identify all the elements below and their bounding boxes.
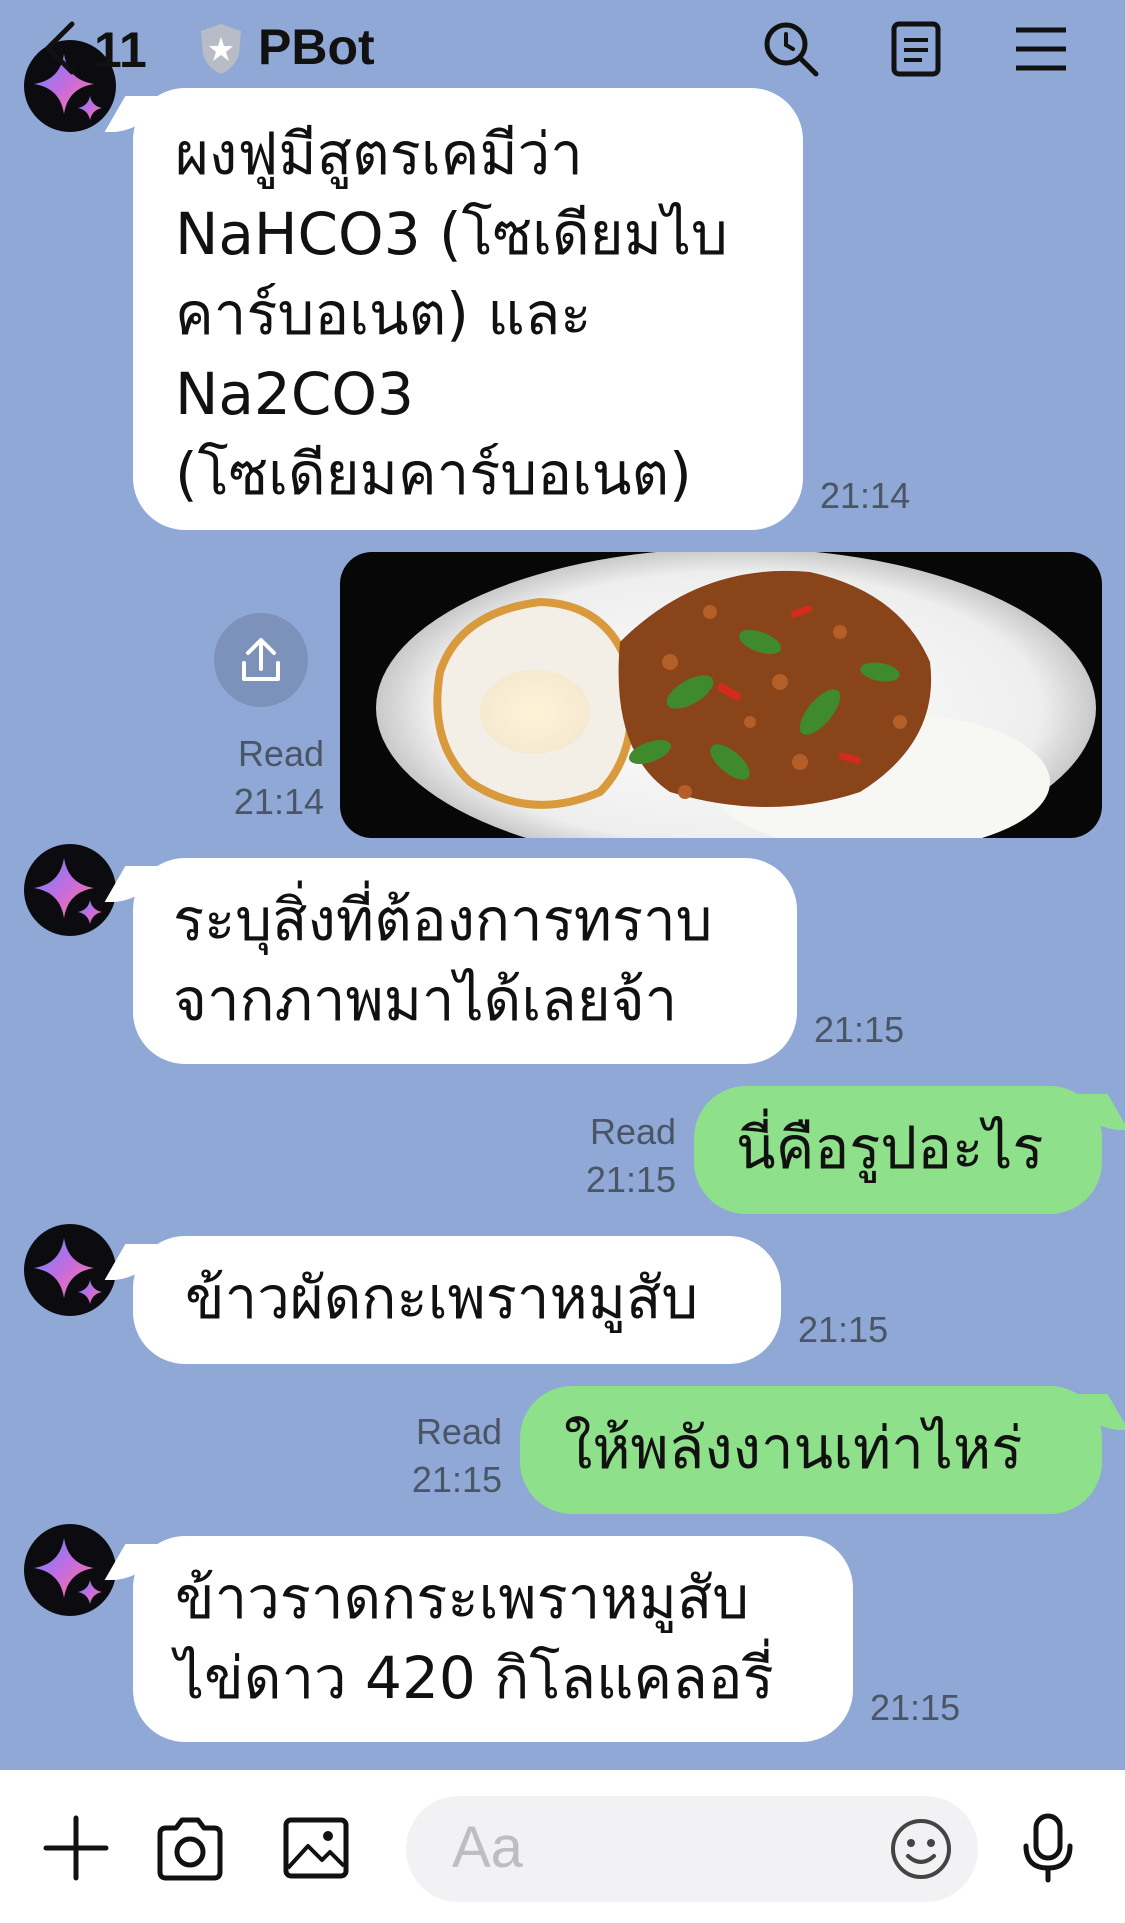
incoming-message-bubble[interactable]: ข้าวผัดกะเพราหมูสับ [133, 1236, 781, 1364]
microphone-icon[interactable] [1010, 1810, 1086, 1886]
share-icon [242, 638, 280, 681]
read-status: Read [237, 733, 324, 774]
menu-icon[interactable] [1010, 18, 1072, 80]
message-time: 21:15 [411, 1459, 502, 1500]
message-text: คาร์บอเนต) และ [175, 280, 592, 348]
message-text: จากภาพมาได้เลยจ้า [173, 966, 678, 1034]
message-time: 21:15 [585, 1159, 676, 1200]
message-text: NaHCO3 (โซเดียมไบ [175, 200, 728, 268]
message-text: ผงฟูมีสูตรเคมีว่า [175, 120, 583, 188]
read-status: Read [589, 1111, 676, 1152]
message-input[interactable]: Aa [406, 1796, 978, 1902]
incoming-message-bubble[interactable]: ระบุสิ่งที่ต้องการทราบ จากภาพมาได้เลยจ้า [133, 858, 797, 1064]
message-text: (โซเดียมคาร์บอเนต) [175, 440, 692, 508]
sparkle-icon [34, 1538, 102, 1604]
sparkle-icon [34, 858, 102, 924]
chat-title: PBot [258, 19, 375, 75]
outgoing-message-bubble[interactable]: ให้พลังงานเท่าไหร่ [520, 1386, 1102, 1514]
chevron-left-icon [40, 18, 80, 82]
chat-header: 11 PBot [0, 0, 1125, 100]
emoji-icon[interactable] [886, 1814, 956, 1884]
message-text: ไข่ดาว 420 กิโลแคลอรี่ [175, 1644, 774, 1712]
share-button[interactable] [214, 613, 308, 707]
message-text: ระบุสิ่งที่ต้องการทราบ [173, 886, 713, 954]
composer-bar: Aa [0, 1770, 1125, 1923]
read-status: Read [415, 1411, 502, 1452]
camera-icon[interactable] [152, 1810, 228, 1886]
official-shield-icon [198, 22, 244, 76]
plus-icon[interactable] [38, 1810, 114, 1886]
bot-avatar[interactable] [24, 1224, 116, 1316]
image-icon[interactable] [278, 1810, 354, 1886]
input-placeholder: Aa [452, 1815, 523, 1880]
incoming-message-bubble[interactable]: ข้าวราดกระเพราหมูสับ ไข่ดาว 420 กิโลแคลอ… [133, 1536, 853, 1742]
search-icon[interactable] [760, 18, 822, 80]
message-time: 21:14 [233, 781, 324, 822]
back-button[interactable]: 11 [40, 18, 147, 82]
message-list[interactable]: ผงฟูมีสูตรเคมีว่า NaHCO3 (โซเดียมไบ คาร์… [0, 0, 1125, 1770]
message-time: 21:15 [870, 1687, 961, 1728]
incoming-message-bubble[interactable]: ผงฟูมีสูตรเคมีว่า NaHCO3 (โซเดียมไบ คาร์… [133, 88, 803, 530]
unread-count: 11 [94, 22, 147, 78]
outgoing-message-bubble[interactable]: นี่คือรูปอะไร [694, 1086, 1102, 1214]
message-text: นี่คือรูปอะไร [736, 1114, 1044, 1182]
message-text: ข้าวผัดกะเพราหมูสับ [185, 1264, 699, 1332]
message-time: 21:14 [820, 475, 911, 516]
food-photo[interactable] [340, 552, 1102, 838]
sparkle-icon [34, 1238, 102, 1304]
bot-avatar[interactable] [24, 844, 116, 936]
message-text: Na2CO3 [175, 360, 414, 428]
notes-icon[interactable] [885, 18, 947, 80]
message-time: 21:15 [814, 1009, 905, 1050]
bot-avatar[interactable] [24, 1524, 116, 1616]
message-text: ข้าวราดกระเพราหมูสับ [175, 1564, 750, 1632]
message-time: 21:15 [798, 1309, 889, 1350]
message-text: ให้พลังงานเท่าไหร่ [564, 1414, 1023, 1482]
